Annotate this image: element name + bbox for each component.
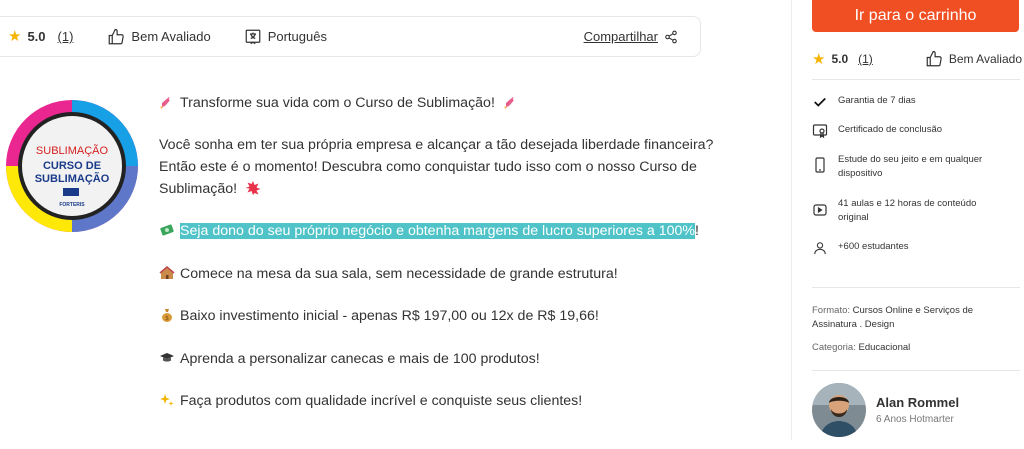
rating-count-link[interactable]: (1) [58,29,74,44]
well-rated-badge: Bem Avaliado [107,28,211,46]
sidebar-divider [791,0,792,440]
course-thumbnail: SUBLIMAÇÃO CURSO DE SUBLIMAÇÃO FORTERIS [3,94,141,238]
feature-content-line: original [838,212,869,223]
format-value: Assinatura . Design [812,319,895,330]
star-icon: ★ [812,50,826,68]
desc-intro-text: Transforme sua vida com o Curso de Subli… [180,95,495,111]
checkmark-icon [812,94,828,110]
thumb-title-2: CURSO DE [43,160,101,172]
feature-students-text: +600 estudantes [838,241,909,252]
sidebar-rating-count-link[interactable]: (1) [858,52,873,66]
video-play-icon [812,202,828,218]
sidebar-separator [812,370,1020,371]
feature-students: +600 estudantes [812,240,1012,256]
feature-content-line: 41 aulas e 12 horas de conteúdo [838,198,977,209]
share-control[interactable]: Compartilhar [584,29,678,44]
star-icon: ★ [8,28,22,45]
format-value: Cursos Online e Serviços de [852,305,974,316]
language-label: Português [267,29,327,44]
sidebar-separator [812,287,1020,288]
feature-certificate-text: Certificado de conclusão [838,124,943,135]
instructor-tenure: 6 Anos Hotmarter [876,414,954,425]
desc-paragraph-line: Você sonha em ter sua própria empresa e … [159,137,714,153]
feature-guarantee-text: Garantia de 7 dias [838,95,916,106]
user-icon [812,240,828,256]
desc-bullet-quality-text: Faça produtos com qualidade incrível e c… [180,393,583,409]
desc-paragraph-last-line: Sublimação! [159,178,266,200]
house-icon [159,265,175,281]
share-link[interactable]: Compartilhar [584,29,658,44]
thumb-title-1: SUBLIMAÇÃO [36,144,109,157]
thumbs-up-icon [107,28,125,46]
rating-summary: ★ 5.0 (1) [8,29,73,44]
desc-bullet-products-text: Aprenda a personalizar canecas e mais de… [180,351,540,367]
desc-paragraph-line: Então este é o momento! Descubra como co… [159,159,697,175]
sidebar-rating-value: 5.0 [831,52,849,66]
rocket-icon [159,94,175,110]
desc-bullet-home-text: Comece na mesa da sua sala, sem necessid… [180,266,618,282]
format-label: Formato: [812,305,851,316]
language-info: Português [244,28,327,46]
certificate-icon [812,123,828,139]
desc-bullet-profit: Seja dono do seu próprio negócio e obten… [159,220,699,242]
rating-value: 5.0 [27,29,46,44]
course-format: Formato: Cursos Online e Serviços de Ass… [812,304,1012,332]
language-icon [244,28,262,46]
well-rated-label: Bem Avaliado [131,29,211,44]
desc-bullet-end: ! [695,223,699,239]
desc-bullet-investment-text: Baixo investimento inicial - apenas R$ 1… [180,308,599,324]
desc-paragraph-line: Sublimação! [159,181,238,197]
thumb-brand: FORTERIS [59,202,85,208]
desc-bullet-investment: $ Baixo investimento inicial - apenas R$ … [159,305,599,327]
money-icon [159,222,175,238]
avatar[interactable] [812,383,866,437]
course-info-bar: ★ 5.0 (1) Bem Avaliado Português Compart… [0,16,701,57]
category-label: Categoria: [812,342,856,353]
highlighted-text: Seja dono do seu próprio negócio e obten… [180,223,696,239]
money-bag-icon: $ [159,307,175,323]
course-category: Categoria: Educacional [812,341,1012,355]
mobile-device-icon [812,157,828,173]
feature-any-device: Estude do seu jeito e em qualquer dispos… [812,153,1012,181]
feature-content: 41 aulas e 12 horas de conteúdo original [812,197,1012,225]
desc-bullet-home: Comece na mesa da sua sala, sem necessid… [159,263,618,285]
rocket-icon [503,94,519,110]
instructor-card[interactable]: Alan Rommel 6 Anos Hotmarter [812,383,959,437]
thumbs-up-icon [925,50,943,68]
sparkles-icon [159,392,175,408]
desc-bullet-products: Aprenda a personalizar canecas e mais de… [159,348,540,370]
sidebar-separator [812,79,1020,80]
desc-bullet-quality: Faça produtos com qualidade incrível e c… [159,390,582,412]
sidebar-well-rated-label: Bem Avaliado [948,52,1022,66]
category-value[interactable]: Educacional [858,342,910,353]
desc-intro: Transforme sua vida com o Curso de Subli… [159,92,524,114]
feature-guarantee: Garantia de 7 dias [812,94,1012,110]
feature-device-line: Estude do seu jeito e em qualquer [838,154,983,165]
share-icon[interactable] [664,30,678,44]
graduation-cap-icon [159,350,175,366]
go-to-cart-button[interactable]: Ir para o carrinho [812,0,1019,32]
instructor-name[interactable]: Alan Rommel [876,395,959,410]
sidebar-rating: ★ 5.0 (1) Bem Avaliado [812,50,1022,68]
burst-icon [245,180,261,196]
thumb-title-3: SUBLIMAÇÃO [35,172,110,185]
feature-certificate: Certificado de conclusão [812,123,1012,139]
feature-device-line: dispositivo [838,168,883,179]
svg-text:$: $ [165,315,169,322]
